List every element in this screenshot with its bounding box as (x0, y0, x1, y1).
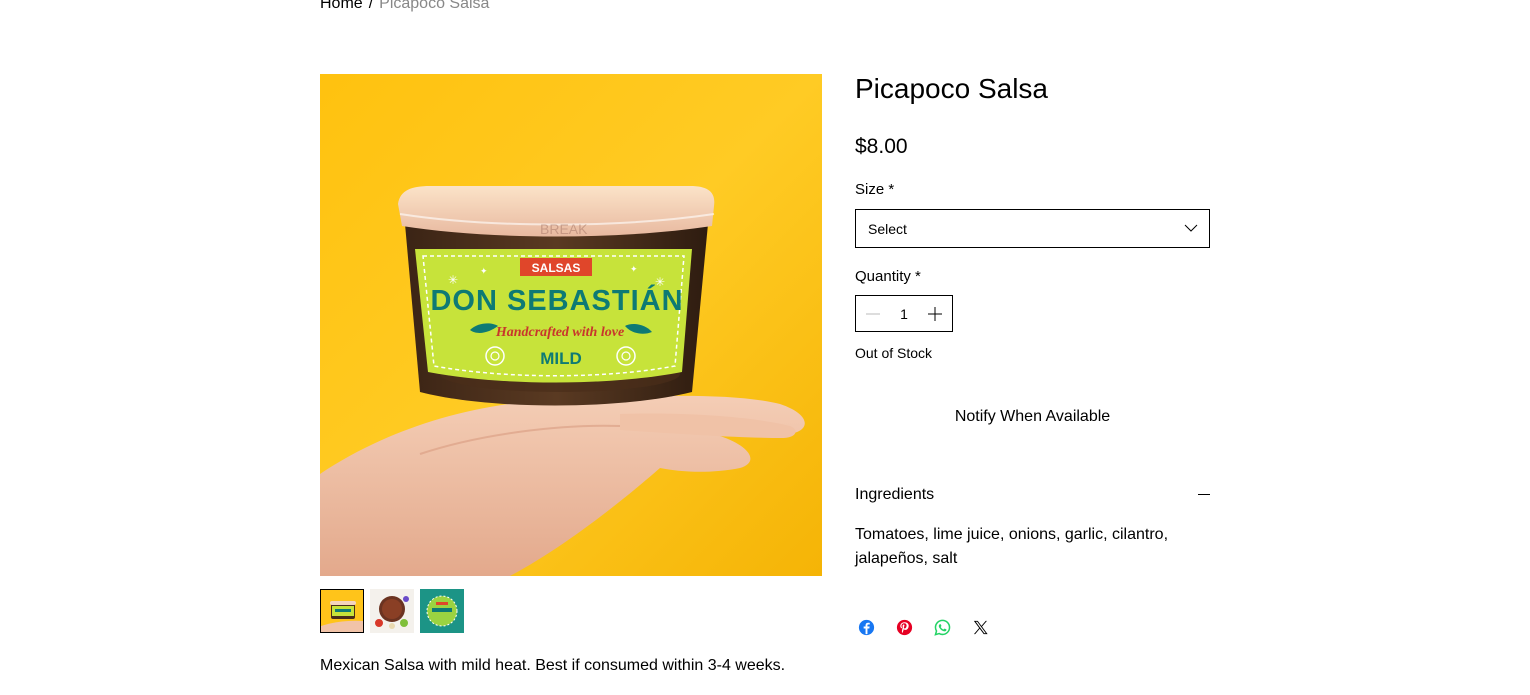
quantity-stepper: 1 (855, 295, 953, 332)
thumbnail-2[interactable] (370, 589, 414, 633)
quantity-input[interactable]: 1 (886, 305, 922, 323)
product-info-panel: Picapoco Salsa $8.00 Size * Select Quant… (855, 70, 1210, 636)
breadcrumb-separator: / (368, 0, 374, 12)
share-buttons (857, 618, 990, 637)
svg-text:✦: ✦ (630, 264, 638, 274)
product-main-image[interactable]: BREAK SALSAS DON SEBASTIÁN Handcrafted w… (320, 74, 822, 576)
plus-icon[interactable] (926, 305, 944, 323)
thumbnail-3[interactable] (420, 589, 464, 633)
minus-icon[interactable] (864, 305, 882, 323)
ingredients-title: Ingredients (855, 486, 935, 503)
notify-when-available-button[interactable]: Notify When Available (855, 396, 1210, 436)
lid-embossed-text: BREAK (540, 221, 588, 237)
product-photo: BREAK SALSAS DON SEBASTIÁN Handcrafted w… (320, 74, 822, 576)
chevron-down-icon (1184, 224, 1198, 232)
whatsapp-icon[interactable] (933, 618, 952, 637)
product-page: Home / Picapoco Salsa BREAK SALSAS DON S… (0, 0, 1530, 695)
thumbnail-strip (320, 589, 464, 633)
breadcrumb-current: Picapoco Salsa (379, 0, 490, 12)
pinterest-icon[interactable] (895, 618, 914, 637)
label-tagline-text: Handcrafted with love (495, 325, 624, 340)
svg-text:✳: ✳ (655, 275, 665, 289)
x-icon[interactable] (971, 618, 990, 637)
thumbnail-1[interactable] (320, 589, 364, 633)
product-description: Mexican Salsa with mild heat. Best if co… (320, 657, 786, 674)
thumbnail-salsa-bowl-image (370, 589, 414, 633)
breadcrumb: Home / Picapoco Salsa (320, 0, 489, 14)
facebook-icon[interactable] (857, 618, 876, 637)
size-dropdown[interactable]: Select (855, 209, 1210, 248)
stock-status: Out of Stock (855, 345, 933, 361)
label-brand-text: DON SEBASTIÁN (430, 283, 683, 317)
breadcrumb-home-link[interactable]: Home (320, 0, 363, 12)
label-heat-text: MILD (540, 349, 582, 368)
svg-text:✦: ✦ (480, 266, 488, 276)
label-banner-text: SALSAS (532, 261, 581, 275)
size-label: Size * (855, 181, 895, 198)
size-dropdown-value: Select (868, 221, 907, 237)
ingredients-text: Tomatoes, lime juice, onions, garlic, ci… (855, 526, 1169, 567)
collapse-minus-icon (1198, 494, 1210, 495)
ingredients-accordion-header[interactable]: Ingredients (855, 484, 1210, 506)
thumbnail-salsa-hand-image (321, 590, 363, 632)
thumbnail-salsa-jar-teal-image (420, 589, 464, 633)
svg-text:✳: ✳ (448, 273, 458, 287)
product-title: Picapoco Salsa (855, 73, 1049, 104)
quantity-label: Quantity * (855, 268, 921, 285)
product-price: $8.00 (855, 135, 908, 158)
